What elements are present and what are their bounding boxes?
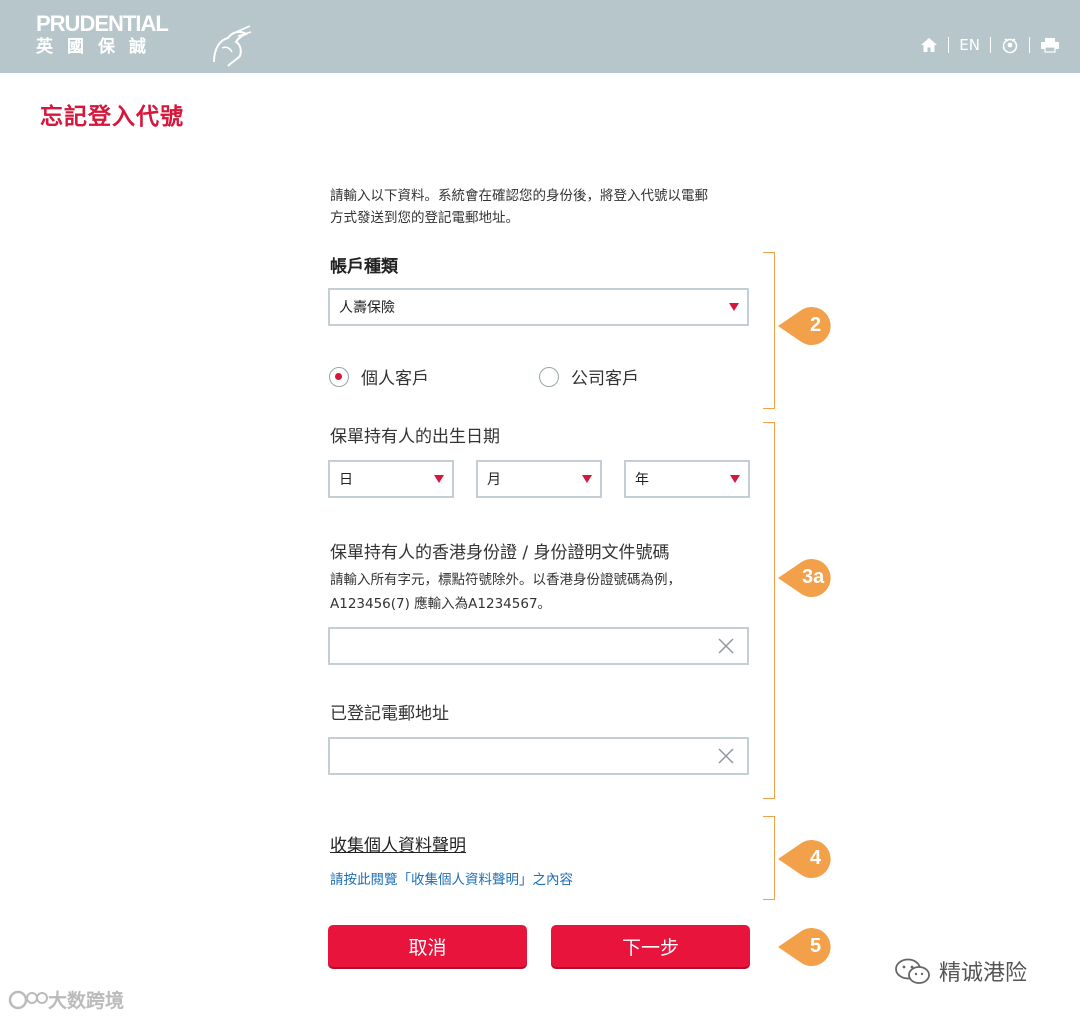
radio-selected-icon [329, 366, 349, 387]
dob-year-value: 年 [635, 472, 649, 488]
logo-text-en: PRUDENTIAL [36, 11, 169, 36]
dob-label: 保單持有人的出生日期 [330, 427, 500, 447]
id-number-input[interactable] [328, 627, 749, 665]
annotation-marker-5 [778, 928, 831, 966]
annotation-label-2: 2 [810, 314, 822, 336]
form-intro: 請輸入以下資料。系統會在確認您的身份後，將登入代號以電郵 方式發送到您的登記電郵… [330, 185, 750, 229]
radio-company-customer[interactable]: 公司客戶 [539, 364, 639, 389]
dropdown-arrow-icon [582, 475, 592, 483]
clear-icon[interactable] [717, 637, 735, 655]
id-number-label: 保單持有人的香港身份證 / 身份證明文件號碼 [330, 543, 670, 563]
next-button[interactable]: 下一步 [551, 925, 750, 967]
watermark-right-text: 精诚港险 [939, 961, 1028, 986]
id-number-hint-2: A123456(7) 應輸入為A1234567。 [330, 596, 552, 612]
dob-month-select[interactable]: 月 [476, 460, 602, 498]
home-icon[interactable] [920, 37, 938, 53]
person-icon[interactable] [1001, 36, 1019, 54]
print-icon[interactable] [1040, 37, 1060, 53]
account-type-label: 帳戶種類 [330, 257, 398, 277]
annotation-label-4: 4 [810, 847, 822, 869]
clear-icon[interactable] [717, 747, 735, 765]
id-number-hint-1: 請輸入所有字元，標點符號除外。以香港身份證號碼為例， [330, 572, 681, 588]
email-label: 已登記電郵地址 [330, 704, 449, 724]
wechat-icon [895, 958, 930, 984]
dropdown-arrow-icon [730, 475, 740, 483]
annotation-bracket-2 [763, 252, 775, 409]
dob-month-value: 月 [487, 472, 501, 488]
account-type-select[interactable]: 人壽保險 [328, 288, 749, 326]
watermark-left-text: 大数跨境 [48, 990, 125, 1012]
page-title: 忘記登入代號 [40, 104, 184, 130]
prudential-logo[interactable]: PRUDENTIAL 英國保誠 [36, 11, 252, 67]
divider [948, 37, 950, 53]
cancel-button[interactable]: 取消 [328, 925, 527, 967]
annotation-marker-2 [778, 307, 831, 345]
privacy-statement-title[interactable]: 收集個人資料聲明 [330, 831, 466, 856]
divider [1029, 37, 1030, 53]
top-bar: PRUDENTIAL 英國保誠 EN [0, 0, 1080, 73]
logo-text-zh: 英國保誠 [36, 37, 160, 57]
radio-unselected-icon [539, 366, 559, 387]
language-toggle[interactable]: EN [959, 36, 980, 54]
intro-line-2: 方式發送到您的登記電郵地址。 [330, 210, 519, 226]
dropdown-arrow-icon [434, 475, 444, 483]
radio-personal-customer[interactable]: 個人客戶 [329, 364, 429, 389]
privacy-statement-link[interactable]: 請按此閱覽「收集個人資料聲明」之內容 [330, 868, 573, 888]
watermark-logo-icon [8, 990, 48, 1009]
dob-year-select[interactable]: 年 [624, 460, 750, 498]
annotation-label-5: 5 [810, 935, 822, 957]
annotation-label-3a: 3a [802, 566, 825, 588]
email-input[interactable] [328, 737, 749, 775]
divider [990, 37, 991, 53]
account-type-value: 人壽保險 [339, 300, 395, 316]
annotation-bracket-3a [763, 422, 775, 799]
watermark-right: 精诚港险 [893, 955, 1027, 987]
dropdown-arrow-icon [729, 303, 739, 311]
radio-personal-label: 個人客戶 [361, 369, 429, 389]
prudence-figure-icon [213, 25, 252, 67]
annotation-bracket-4 [763, 816, 775, 900]
annotation-marker-4 [778, 840, 831, 878]
watermark-left: 大数跨境 [8, 986, 124, 1013]
intro-line-1: 請輸入以下資料。系統會在確認您的身份後，將登入代號以電郵 [330, 188, 708, 204]
dob-day-select[interactable]: 日 [328, 460, 454, 498]
dob-day-value: 日 [339, 472, 353, 488]
radio-company-label: 公司客戶 [571, 369, 639, 389]
top-actions: EN [920, 36, 1060, 54]
